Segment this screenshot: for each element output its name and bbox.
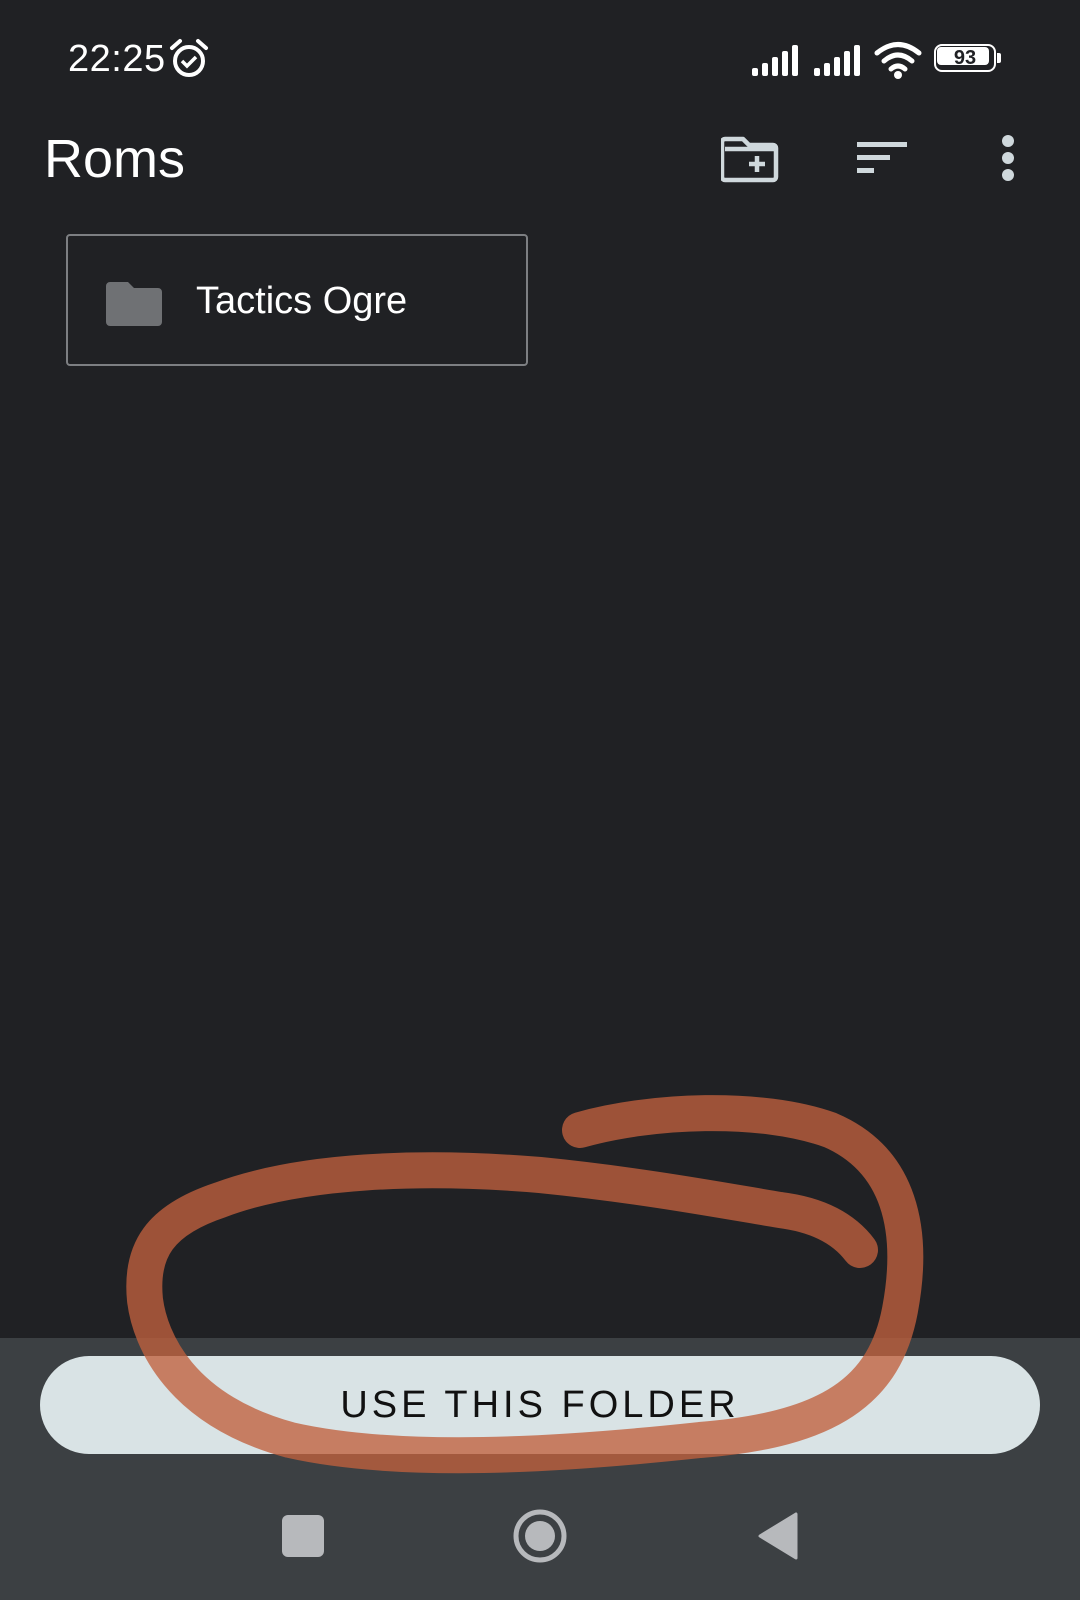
use-this-folder-button[interactable]: USE THIS FOLDER [40, 1356, 1040, 1454]
sort-button[interactable] [850, 126, 914, 190]
more-options-button[interactable] [976, 126, 1040, 190]
battery-level: 93 [953, 47, 977, 69]
create-new-folder-icon [721, 136, 779, 183]
folder-icon [106, 282, 162, 326]
folder-name: Tactics Ogre [196, 280, 408, 322]
page-title: Roms [44, 129, 186, 189]
folder-item[interactable]: Tactics Ogre [66, 234, 528, 366]
new-folder-button[interactable] [718, 126, 782, 190]
screen: 22:25 93 Roms Tactics Ogre USE THIS FOLD… [0, 0, 1080, 1600]
recents-square-icon[interactable] [282, 1515, 324, 1557]
battery-tip [997, 53, 1001, 63]
cell-signal-icon [814, 45, 860, 76]
home-circle-icon[interactable] [510, 1506, 570, 1566]
back-triangle-icon[interactable] [756, 1512, 800, 1560]
alarm-clock-icon [170, 39, 208, 77]
battery-indicator: 93 [934, 44, 1002, 74]
wifi-icon [874, 42, 922, 79]
status-time: 22:25 [68, 38, 166, 80]
status-bar: 22:25 93 [0, 0, 1080, 110]
navigation-bar [0, 1490, 1080, 1600]
more-vert-icon [1002, 135, 1014, 181]
cell-signal-icon [752, 45, 798, 76]
sort-icon [857, 142, 907, 173]
